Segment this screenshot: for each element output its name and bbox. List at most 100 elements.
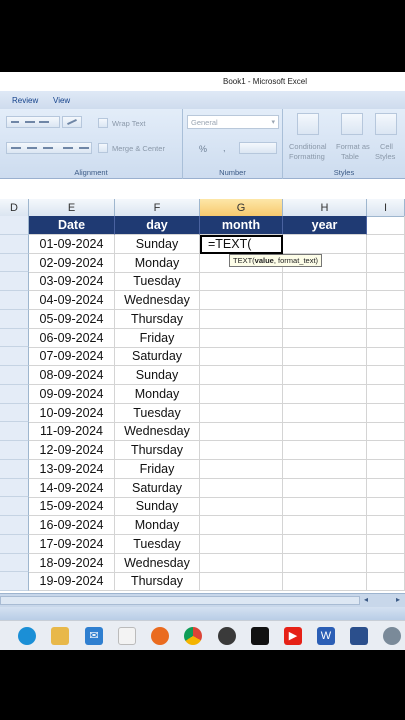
col-header-d[interactable]: D [0, 199, 29, 217]
year-cell[interactable] [283, 516, 367, 535]
day-cell[interactable]: Monday [115, 384, 200, 404]
col-header-i[interactable]: I [367, 199, 405, 217]
empty-cell[interactable] [367, 459, 405, 479]
day-cell[interactable]: Wednesday [115, 553, 200, 573]
month-cell[interactable] [200, 309, 283, 329]
store-icon[interactable] [118, 627, 136, 645]
comma-button[interactable]: , [223, 143, 226, 153]
row-header[interactable] [0, 403, 29, 423]
month-cell[interactable] [200, 291, 283, 310]
day-cell[interactable]: Wednesday [115, 422, 200, 442]
date-cell[interactable]: 11-09-2024 [29, 422, 115, 442]
wrap-text-button[interactable]: Wrap Text [112, 119, 146, 128]
month-cell[interactable] [200, 422, 283, 442]
row-header[interactable] [0, 534, 29, 554]
row-header[interactable] [0, 441, 29, 460]
chrome-icon[interactable] [184, 627, 202, 645]
day-cell[interactable]: Sunday [115, 497, 200, 517]
edge-icon[interactable] [18, 627, 36, 645]
date-cell[interactable]: 12-09-2024 [29, 441, 115, 460]
col-header-g[interactable]: G [200, 199, 283, 217]
firefox-icon[interactable] [151, 627, 169, 645]
empty-cell[interactable] [367, 366, 405, 385]
date-cell[interactable]: 15-09-2024 [29, 497, 115, 517]
col-header-f[interactable]: F [115, 199, 200, 217]
year-cell[interactable] [283, 459, 367, 479]
pen-icon[interactable] [350, 627, 368, 645]
empty-cell[interactable] [367, 234, 405, 254]
year-cell[interactable] [283, 328, 367, 348]
day-cell[interactable]: Friday [115, 328, 200, 348]
year-cell[interactable] [283, 347, 367, 367]
date-cell[interactable]: 10-09-2024 [29, 403, 115, 423]
date-cell[interactable]: 02-09-2024 [29, 253, 115, 273]
empty-cell[interactable] [367, 253, 405, 273]
year-cell[interactable] [283, 384, 367, 404]
scroll-right-icon[interactable]: ▸ [396, 595, 400, 604]
scrollbar-thumb[interactable] [0, 596, 360, 605]
decimal-buttons[interactable] [239, 142, 277, 154]
row-header[interactable] [0, 366, 29, 385]
row-header[interactable] [0, 572, 29, 591]
day-cell[interactable]: Monday [115, 253, 200, 273]
year-cell[interactable] [283, 553, 367, 573]
row-header[interactable] [0, 272, 29, 291]
month-cell[interactable] [200, 441, 283, 460]
month-cell[interactable] [200, 384, 283, 404]
month-cell[interactable] [200, 366, 283, 385]
date-cell[interactable]: 09-09-2024 [29, 384, 115, 404]
conditional-formatting-button[interactable]: Conditional [289, 142, 327, 151]
date-cell[interactable]: 17-09-2024 [29, 534, 115, 554]
year-cell[interactable] [283, 534, 367, 554]
col-header-e[interactable]: E [29, 199, 115, 217]
day-cell[interactable]: Thursday [115, 572, 200, 592]
mail-icon[interactable]: ✉ [85, 627, 103, 645]
horizontal-scrollbar[interactable]: ◂ ▸ [0, 593, 405, 607]
number-format-dropdown[interactable]: General ▾ [187, 115, 279, 129]
empty-cell[interactable] [367, 497, 405, 517]
orientation-button[interactable] [62, 116, 82, 128]
date-cell[interactable]: 01-09-2024 [29, 234, 115, 254]
date-cell[interactable]: 05-09-2024 [29, 309, 115, 329]
format-as-table-button[interactable]: Format as [336, 142, 370, 151]
year-cell[interactable] [283, 478, 367, 498]
word-icon[interactable]: W [317, 627, 335, 645]
empty-cell[interactable] [367, 347, 405, 367]
month-cell[interactable] [200, 272, 283, 292]
year-cell[interactable] [283, 422, 367, 442]
year-cell[interactable] [283, 497, 367, 517]
month-cell[interactable] [200, 403, 283, 423]
row-header[interactable] [0, 328, 29, 348]
empty-cell[interactable] [367, 403, 405, 423]
day-cell[interactable]: Friday [115, 459, 200, 479]
date-cell[interactable]: 18-09-2024 [29, 553, 115, 573]
date-cell[interactable]: 06-09-2024 [29, 328, 115, 348]
tab-view[interactable]: View [53, 96, 70, 105]
month-cell[interactable] [200, 534, 283, 554]
day-cell[interactable]: Sunday [115, 366, 200, 385]
month-cell[interactable] [200, 328, 283, 348]
year-cell[interactable] [283, 572, 367, 592]
file-explorer-icon[interactable] [51, 627, 69, 645]
year-cell[interactable] [283, 291, 367, 310]
year-cell[interactable] [283, 234, 367, 254]
date-cell[interactable]: 03-09-2024 [29, 272, 115, 292]
year-cell[interactable] [283, 441, 367, 460]
month-cell[interactable] [200, 553, 283, 573]
top-align-buttons[interactable] [6, 116, 60, 128]
day-cell[interactable]: Thursday [115, 309, 200, 329]
empty-cell[interactable] [367, 216, 405, 235]
empty-cell[interactable] [367, 553, 405, 573]
month-cell[interactable] [200, 572, 283, 592]
empty-cell[interactable] [367, 478, 405, 498]
day-cell[interactable]: Saturday [115, 347, 200, 367]
date-cell[interactable]: 16-09-2024 [29, 516, 115, 535]
empty-cell[interactable] [367, 291, 405, 310]
row-header[interactable] [0, 347, 29, 366]
row-header[interactable] [0, 384, 29, 404]
row-header[interactable] [0, 478, 29, 498]
date-cell[interactable]: 14-09-2024 [29, 478, 115, 498]
row-header[interactable] [0, 234, 29, 254]
day-cell[interactable]: Thursday [115, 441, 200, 460]
horizontal-align-buttons[interactable] [6, 142, 92, 154]
